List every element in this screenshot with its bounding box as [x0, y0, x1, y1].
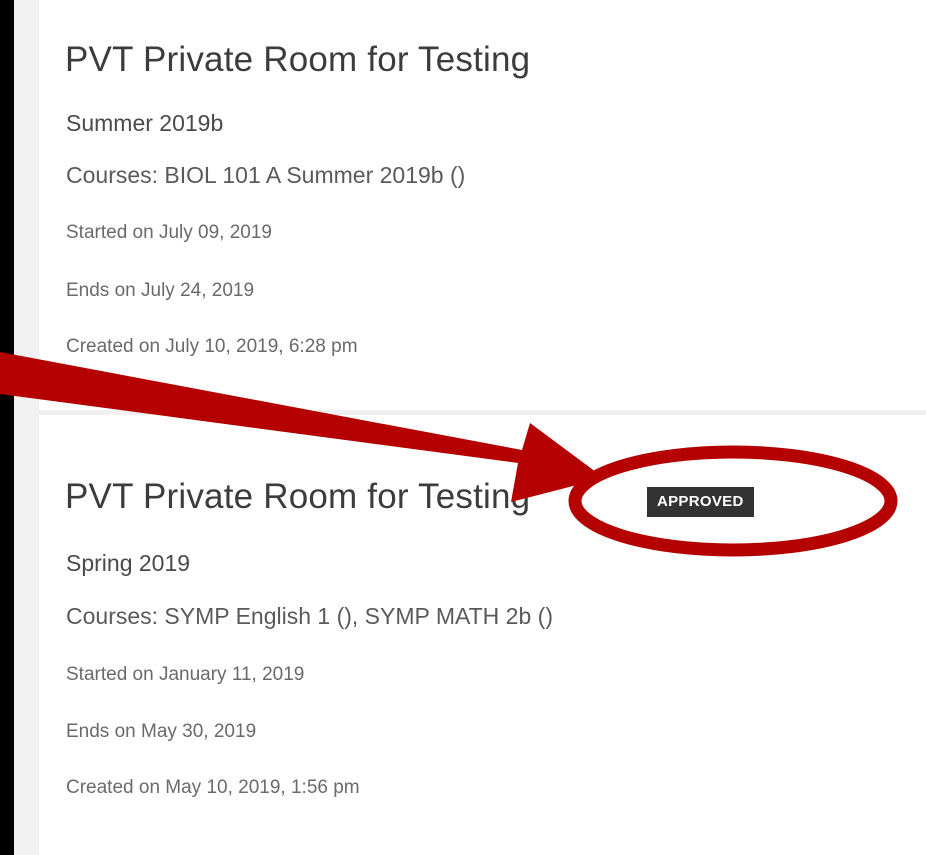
room-term: Spring 2019 [66, 550, 191, 576]
room-start-date: Started on July 09, 2019 [66, 222, 272, 243]
panel-left-margin [14, 0, 39, 855]
room-term: Summer 2019b [66, 110, 224, 136]
screenshot-page: PVT Private Room for Testing Summer 2019… [0, 0, 926, 855]
room-end-date: Ends on July 24, 2019 [66, 280, 255, 301]
room-courses: Courses: SYMP English 1 (), SYMP MATH 2b… [66, 603, 553, 629]
room-title[interactable]: PVT Private Room for Testing [65, 477, 530, 517]
room-card[interactable]: PVT Private Room for Testing Summer 2019… [39, 0, 926, 410]
room-start-date: Started on January 11, 2019 [66, 664, 305, 685]
room-created-date: Created on July 10, 2019, 6:28 pm [66, 336, 358, 357]
room-title[interactable]: PVT Private Room for Testing [65, 40, 530, 80]
room-card[interactable]: PVT Private Room for Testing APPROVED Sp… [39, 415, 926, 855]
room-end-date: Ends on May 30, 2019 [66, 721, 257, 742]
status-badge: APPROVED [647, 487, 754, 517]
room-courses: Courses: BIOL 101 A Summer 2019b () [66, 162, 466, 188]
room-created-date: Created on May 10, 2019, 1:56 pm [66, 777, 360, 798]
